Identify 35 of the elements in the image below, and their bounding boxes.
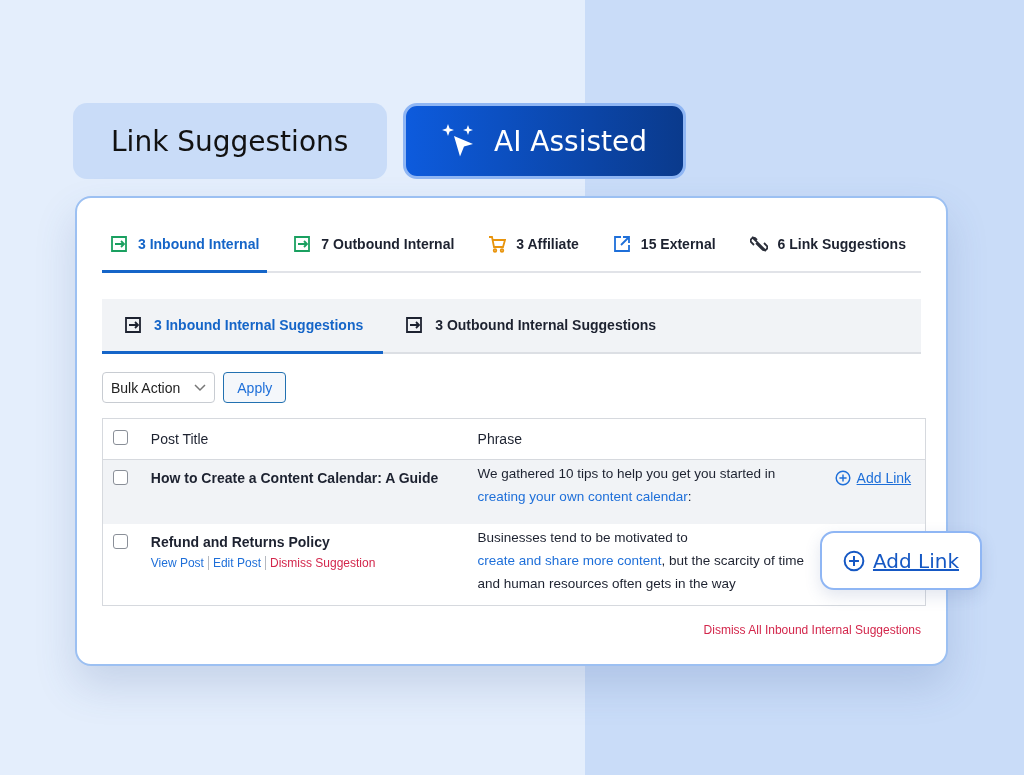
add-circle-icon	[834, 470, 851, 486]
badge-label: AI Assisted	[494, 124, 647, 158]
post-title: How to Create a Content Calendar: A Guide	[150, 470, 440, 486]
add-circle-icon	[842, 549, 865, 572]
link-type-tab[interactable]: 6 Link Suggestions	[741, 228, 914, 273]
suggestion-tab[interactable]: 3 Inbound Internal Suggestions	[102, 299, 384, 354]
link-type-tab[interactable]: 15 External	[604, 228, 724, 273]
select-all-checkbox[interactable]	[113, 429, 128, 445]
external-link-icon	[612, 235, 631, 253]
phrase-text: We gathered 10 tips to help you get you started in creating your own content calendar:	[477, 465, 777, 506]
apply-button[interactable]: Apply	[223, 372, 287, 403]
cart-icon	[488, 235, 507, 253]
chevron-down-icon	[194, 383, 207, 392]
enter-icon	[124, 316, 142, 334]
column-header: Post Title	[150, 431, 209, 447]
suggestion-tab[interactable]: 3 Outbound Internal Suggestions	[383, 299, 677, 354]
link-type-tab[interactable]: 7 Outbound Internal	[285, 228, 463, 273]
post-title: Refund and Returns Policy	[150, 534, 331, 550]
column-header: Phrase	[477, 431, 522, 447]
row-checkbox[interactable]	[113, 470, 128, 485]
page-title: Link Suggestions	[73, 103, 387, 179]
phrase-link[interactable]: creating your own content calendar	[477, 489, 688, 504]
enter-icon	[405, 316, 424, 334]
unlink-icon	[749, 235, 768, 253]
bulk-action-dropdown[interactable]: Bulk Action	[102, 372, 216, 403]
enter-icon	[110, 235, 128, 253]
link-type-tab[interactable]: 3 Affiliate	[480, 228, 587, 273]
row-action-link[interactable]: Dismiss Suggestion	[264, 556, 376, 570]
row-action-link[interactable]: View Post	[150, 556, 204, 570]
dismiss-all-link[interactable]: Dismiss All Inbound Internal Suggestions	[703, 623, 921, 637]
row-checkbox[interactable]	[113, 534, 128, 549]
add-link-button[interactable]: Add Link	[820, 531, 982, 590]
row-action-link[interactable]: Edit Post	[207, 556, 261, 570]
enter-icon	[293, 235, 312, 253]
link-type-tab[interactable]: 3 Inbound Internal	[102, 228, 268, 273]
